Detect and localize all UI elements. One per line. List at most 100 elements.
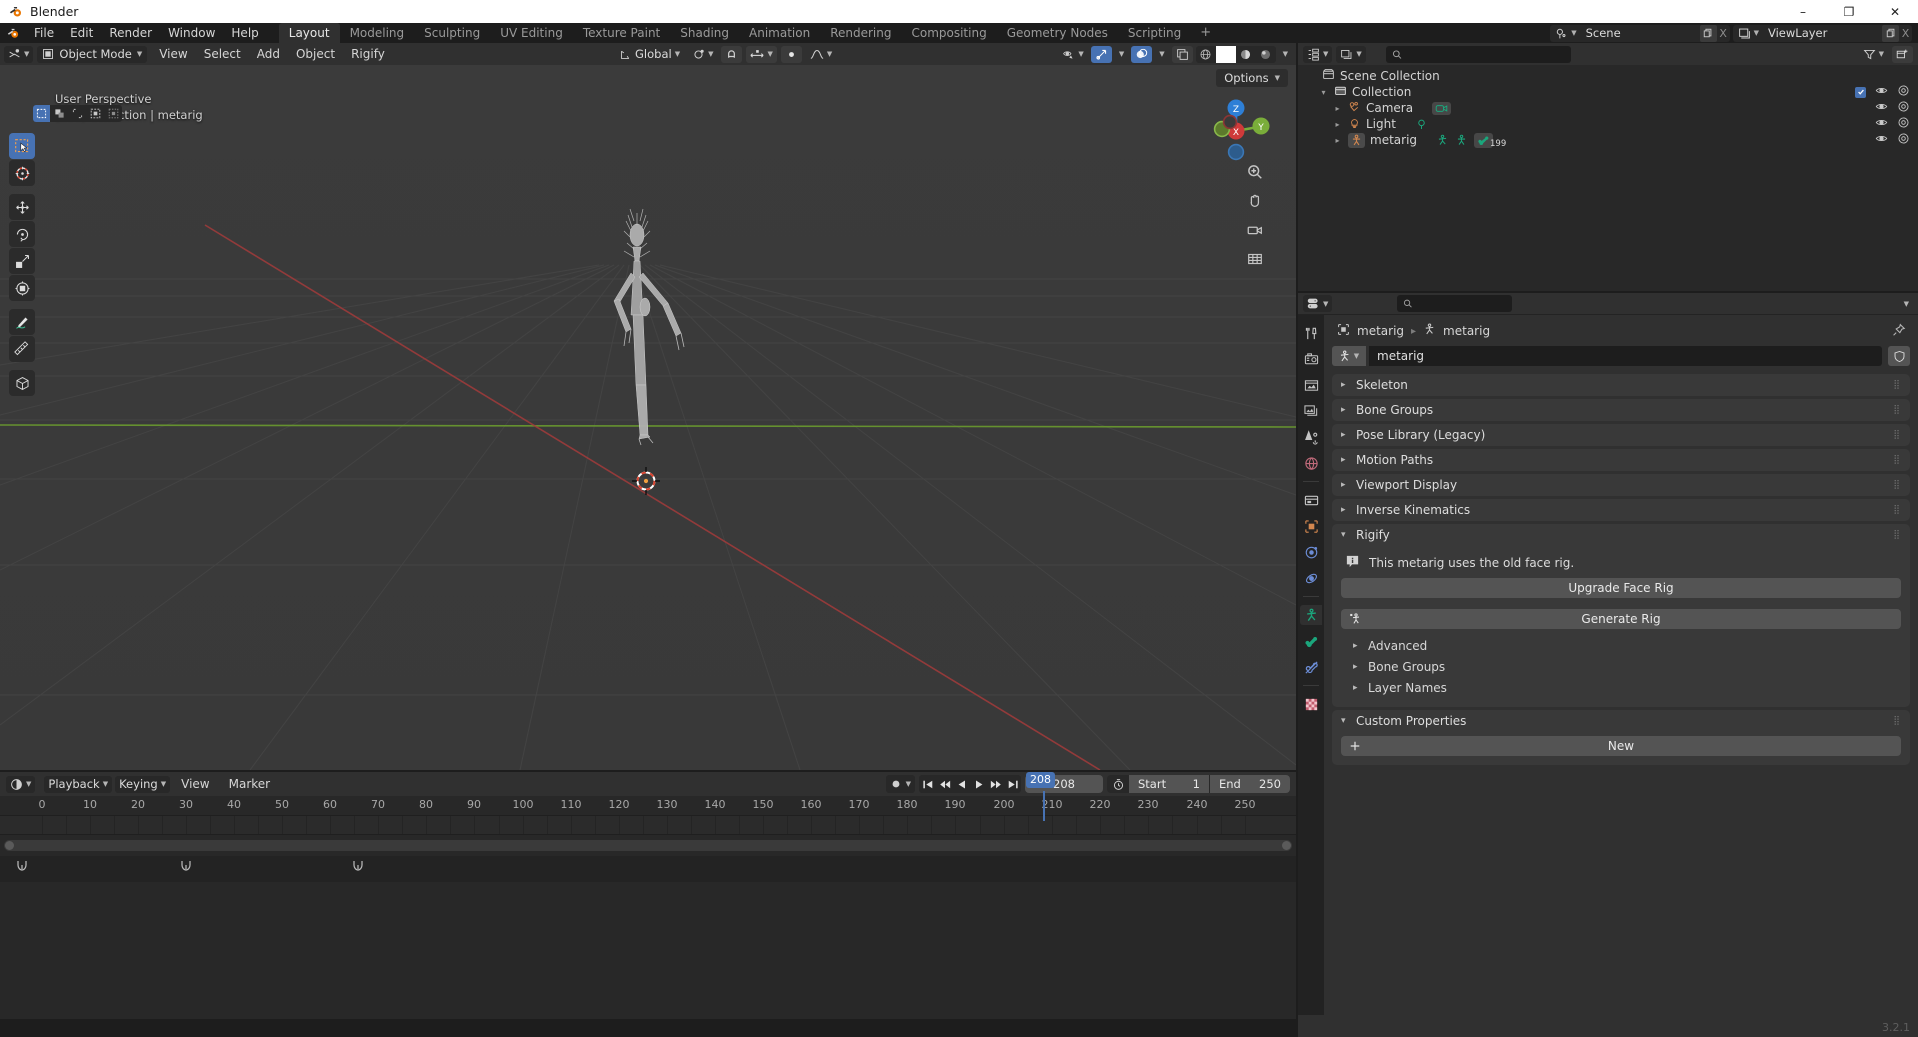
timeline-track-area[interactable] [0,815,1296,835]
tool-rotate[interactable] [9,221,35,247]
scrollbar-right-handle[interactable] [1282,841,1291,850]
shading-rendered-button[interactable] [1256,46,1276,63]
jump-to-end-button[interactable] [1004,775,1021,793]
new-collection-button[interactable] [1892,45,1913,63]
panel-bone-groups[interactable]: ▸ Bone Groups ⣿ [1332,399,1910,421]
tab-physics[interactable] [1300,568,1322,588]
menu-help[interactable]: Help [223,23,266,43]
timeline-marker-1[interactable] [16,860,28,879]
tool-measure[interactable] [9,336,35,362]
sub-panel-bone-groups[interactable]: ▸ Bone Groups [1341,656,1901,677]
maximize-button[interactable]: ❐ [1826,0,1872,23]
panel-header-motion-paths[interactable]: ▸ Motion Paths ⣿ [1332,449,1910,471]
camera-view-button[interactable] [1244,219,1266,241]
tab-texture[interactable] [1300,694,1322,714]
sub-panel-advanced[interactable]: ▸ Advanced [1341,635,1901,656]
viewport-menu-add[interactable]: Add [249,44,288,64]
auto-keying-toggle[interactable]: ▼ [885,775,915,793]
viewport-canvas[interactable] [0,65,1296,770]
new-scene-button[interactable] [1699,24,1717,42]
blender-menu-icon[interactable] [0,27,26,40]
3d-viewport[interactable]: ▼ Object Mode ▼ View Select Add Object R… [0,43,1296,770]
properties-editor-type-button[interactable]: ▼ [1303,295,1333,312]
workspace-tab-compositing[interactable]: Compositing [901,23,996,43]
menu-edit[interactable]: Edit [62,23,101,43]
outliner-row-scene-collection[interactable]: Scene Collection [1298,68,1918,84]
close-button[interactable]: ✕ [1872,0,1918,23]
menu-file[interactable]: File [26,23,62,43]
show-overlays-toggle[interactable] [1131,45,1153,63]
properties-content[interactable]: metarig ▸ metarig ▼ metarig ▸ Skeleton ⣿… [1324,315,1918,1015]
jump-prev-keyframe-button[interactable] [936,775,953,793]
timeline-editor[interactable]: ▼ Playback ▼ Keying ▼ View Marker ▼ 208 … [0,772,1296,1037]
timeline-horizontal-scrollbar[interactable] [4,840,1292,851]
minimize-button[interactable]: – [1780,0,1826,23]
camera-hide-icon[interactable] [1875,100,1888,116]
light-disclosure[interactable]: ▸ [1332,120,1343,129]
workspace-tab-layout[interactable]: Layout [278,23,340,43]
properties-search-input[interactable] [1417,297,1507,310]
properties-search[interactable] [1397,295,1513,312]
add-workspace-button[interactable]: + [1191,23,1220,43]
tab-view-layer[interactable] [1300,401,1322,421]
scene-name-field[interactable]: Scene [1579,24,1700,42]
tab-object-data-armature[interactable] [1300,605,1322,625]
play-button[interactable] [970,775,987,793]
unlink-viewlayer-button[interactable]: X [1899,27,1912,40]
select-extend-button[interactable] [105,105,122,122]
light-hide-icon[interactable] [1875,116,1888,132]
timeline-marker-2[interactable] [180,860,192,879]
outliner-search[interactable] [1385,45,1571,63]
properties-options-button[interactable]: ▼ [1900,295,1913,312]
tool-transform[interactable] [9,275,35,301]
panel-rigify[interactable]: ▾ Rigify ⣿ This metarig uses the old fac… [1332,524,1910,707]
tab-output[interactable] [1300,375,1322,395]
timeline-marker-3[interactable] [352,860,364,879]
scrollbar-left-handle[interactable] [5,841,14,850]
pin-id-icon[interactable] [1892,323,1906,340]
armature-datablock-selector[interactable]: ▼ [1332,346,1366,366]
new-viewlayer-button[interactable] [1882,24,1899,42]
outliner-display-mode-button[interactable]: ▼ [1336,45,1366,63]
play-reverse-button[interactable] [953,775,970,793]
outliner-filter-button[interactable]: ▼ [1859,46,1888,63]
jump-next-keyframe-button[interactable] [987,775,1004,793]
panel-header-skeleton[interactable]: ▸ Skeleton ⣿ [1332,374,1910,396]
tool-scale[interactable] [9,248,35,274]
panel-header-bone-groups[interactable]: ▸ Bone Groups ⣿ [1332,399,1910,421]
menu-render[interactable]: Render [101,23,160,43]
properties-tab-column[interactable] [1298,315,1324,1015]
shading-solid-button[interactable] [1215,45,1236,63]
workspace-tab-scripting[interactable]: Scripting [1118,23,1191,43]
workspace-tab-sculpting[interactable]: Sculpting [414,23,490,43]
outliner-row-metarig[interactable]: ▸ metarig 199 [1298,132,1918,149]
tab-scene[interactable] [1300,427,1322,447]
tool-annotate[interactable] [9,309,35,335]
timeline-playhead[interactable]: 208 [1026,772,1055,821]
viewlayer-selector[interactable]: ▼ ViewLayer X [1732,24,1912,42]
viewport-menu-rigify[interactable]: Rigify [343,44,393,64]
collection-disclosure[interactable]: ▾ [1318,88,1329,97]
tweak-select-button[interactable] [33,105,50,122]
shading-material-preview-button[interactable] [1236,46,1256,63]
timeline-menu-view[interactable]: View [173,774,217,794]
tool-tweak[interactable] [9,133,35,159]
menu-window[interactable]: Window [160,23,223,43]
tab-bone[interactable] [1300,631,1322,651]
tool-move[interactable] [9,194,35,220]
editor-type-button[interactable]: ▼ [4,45,34,63]
xray-toggle[interactable] [1171,45,1193,63]
panel-pose-library[interactable]: ▸ Pose Library (Legacy) ⣿ [1332,424,1910,446]
snap-settings[interactable]: ▼ [746,45,777,63]
interaction-mode-selector[interactable]: Object Mode ▼ [37,45,148,63]
gizmo-settings[interactable]: ▼ [1115,46,1128,63]
frame-start-field[interactable]: Start 1 [1129,775,1209,793]
use-preview-range-icon[interactable] [1107,778,1129,791]
metarig-disable-render-icon[interactable] [1897,132,1910,148]
armature-data-icon[interactable] [1455,134,1468,147]
camera-disable-render-icon[interactable] [1897,100,1910,116]
tab-render[interactable] [1300,349,1322,369]
scene-selector[interactable]: ▼ Scene X [1550,24,1730,42]
visibility-selector[interactable]: ▼ [1058,46,1087,63]
proportional-falloff-selector[interactable]: ▼ [806,46,836,63]
